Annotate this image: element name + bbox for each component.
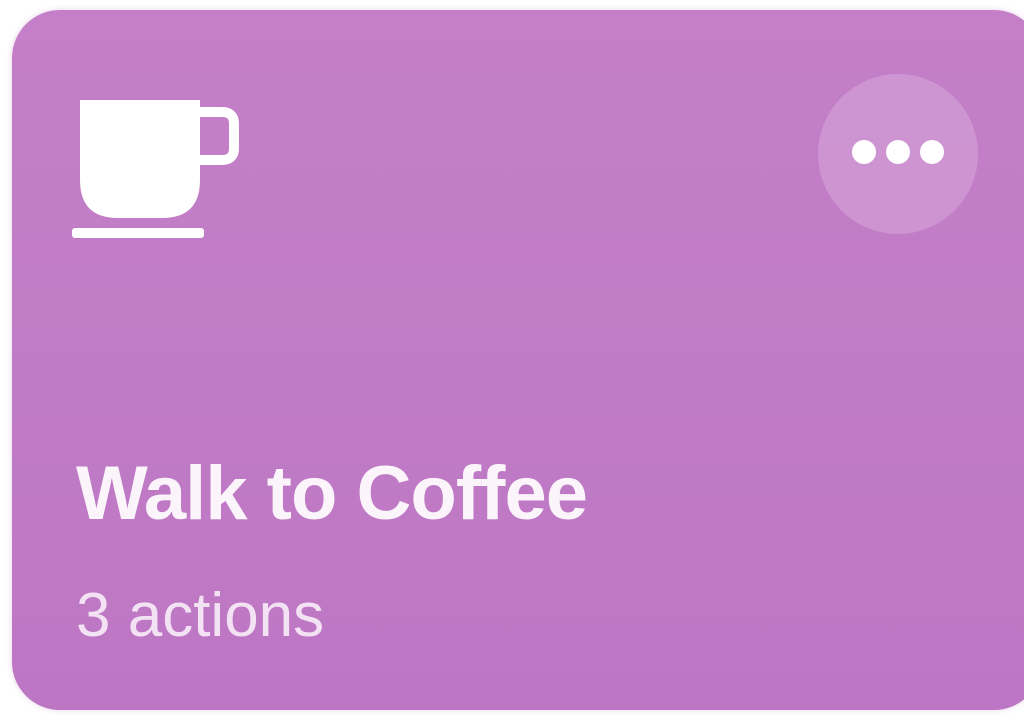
shortcut-action-count: 3 actions: [76, 581, 325, 650]
shortcut-title: Walk to Coffee: [76, 451, 588, 536]
more-options-button[interactable]: [818, 74, 978, 234]
ellipsis-icon: [852, 140, 944, 164]
shortcut-card[interactable]: Walk to Coffee 3 actions: [12, 10, 1024, 710]
coffee-cup-icon: [72, 90, 252, 250]
